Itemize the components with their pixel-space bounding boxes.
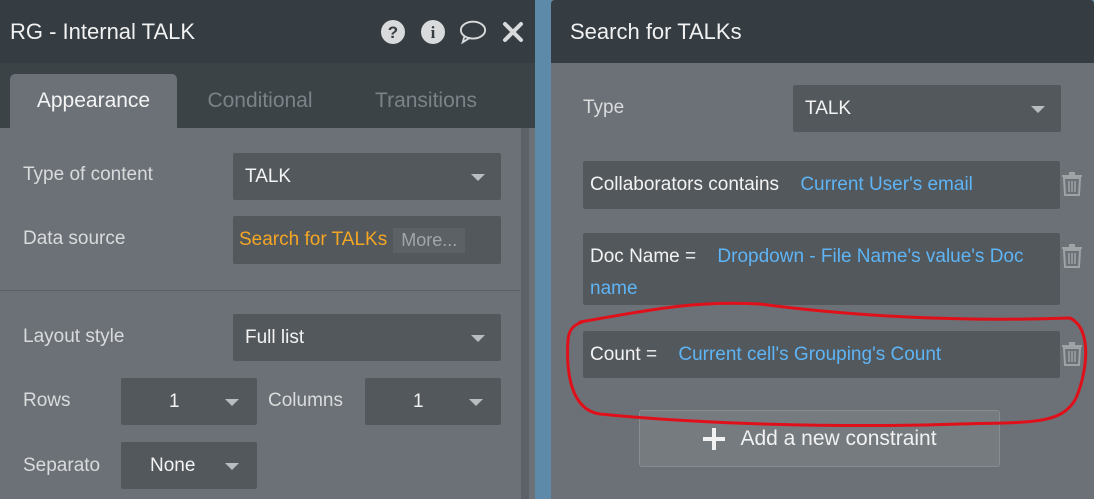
columns-value: 1 (413, 390, 424, 412)
constraint-key: Count = (590, 344, 658, 365)
rows-dropdown[interactable]: 1 (121, 378, 257, 425)
close-icon[interactable] (499, 18, 527, 46)
data-source-label: Data source (23, 228, 126, 249)
constraint-value-continued[interactable]: name (590, 278, 638, 299)
layout-style-dropdown[interactable]: Full list (233, 314, 501, 361)
trash-icon[interactable] (1061, 172, 1083, 196)
search-editor-title: Search for TALKs (570, 18, 742, 44)
separator-value: None (150, 454, 196, 476)
search-editor-titlebar: Search for TALKs (551, 0, 1094, 63)
trash-icon[interactable] (1061, 244, 1083, 268)
chevron-down-icon (1031, 106, 1045, 113)
type-label: Type (583, 97, 625, 118)
tab-transitions[interactable]: Transitions (360, 74, 492, 128)
property-tabs: Appearance Conditional Transitions (0, 63, 535, 128)
data-source-expression[interactable]: Search for TALKs (239, 229, 387, 251)
property-editor-panel: RG - Internal TALK ? i Appearance Condit… (0, 0, 535, 499)
help-icon[interactable]: ? (379, 18, 407, 46)
type-dropdown[interactable]: TALK (793, 85, 1061, 132)
constraint-value[interactable]: Current User's email (800, 174, 973, 195)
comment-icon[interactable] (459, 18, 487, 46)
section-divider (0, 290, 520, 291)
search-editor-panel: Search for TALKs Type TALK Collaborators… (551, 0, 1094, 499)
svg-text:?: ? (388, 23, 398, 42)
separator-label: Separato (23, 455, 101, 476)
type-value: TALK (805, 97, 852, 119)
constraint-row[interactable]: Doc Name = Dropdown - File Name's value'… (583, 233, 1060, 305)
constraint-key: Collaborators contains (590, 174, 780, 195)
chevron-down-icon (471, 174, 485, 181)
property-editor-titlebar: RG - Internal TALK ? i (0, 0, 535, 63)
columns-label: Columns (268, 390, 343, 411)
separator-dropdown[interactable]: None (121, 442, 257, 489)
layout-style-label: Layout style (23, 326, 125, 347)
trash-icon[interactable] (1061, 342, 1083, 366)
rows-value: 1 (169, 390, 180, 412)
tab-conditional[interactable]: Conditional (190, 74, 330, 128)
constraint-value[interactable]: Dropdown - File Name's value's Doc (717, 246, 1023, 267)
add-constraint-button[interactable]: Add a new constraint (639, 410, 1000, 467)
chevron-down-icon (225, 463, 239, 470)
chevron-down-icon (225, 399, 239, 406)
chevron-down-icon (469, 399, 483, 406)
chevron-down-icon (471, 335, 485, 342)
type-of-content-label: Type of content (23, 164, 153, 185)
constraint-value[interactable]: Current cell's Grouping's Count (678, 344, 941, 365)
constraint-key: Doc Name = (590, 246, 697, 267)
property-editor-title: RG - Internal TALK (10, 18, 196, 44)
tab-appearance[interactable]: Appearance (10, 74, 177, 128)
add-constraint-label: Add a new constraint (740, 426, 937, 450)
data-source-field[interactable]: Search for TALKs More... (233, 216, 501, 264)
type-of-content-value: TALK (245, 165, 292, 187)
constraint-row[interactable]: Count = Current cell's Grouping's Count (583, 331, 1060, 378)
scrollbar[interactable] (521, 128, 529, 499)
more-button[interactable]: More... (393, 227, 466, 253)
constraint-row[interactable]: Collaborators contains Current User's em… (583, 161, 1060, 209)
layout-style-value: Full list (245, 326, 305, 348)
columns-dropdown[interactable]: 1 (365, 378, 501, 425)
svg-text:i: i (431, 23, 436, 42)
info-icon[interactable]: i (419, 18, 447, 46)
plus-icon (703, 427, 726, 450)
type-of-content-dropdown[interactable]: TALK (233, 153, 501, 200)
rows-label: Rows (23, 390, 71, 411)
